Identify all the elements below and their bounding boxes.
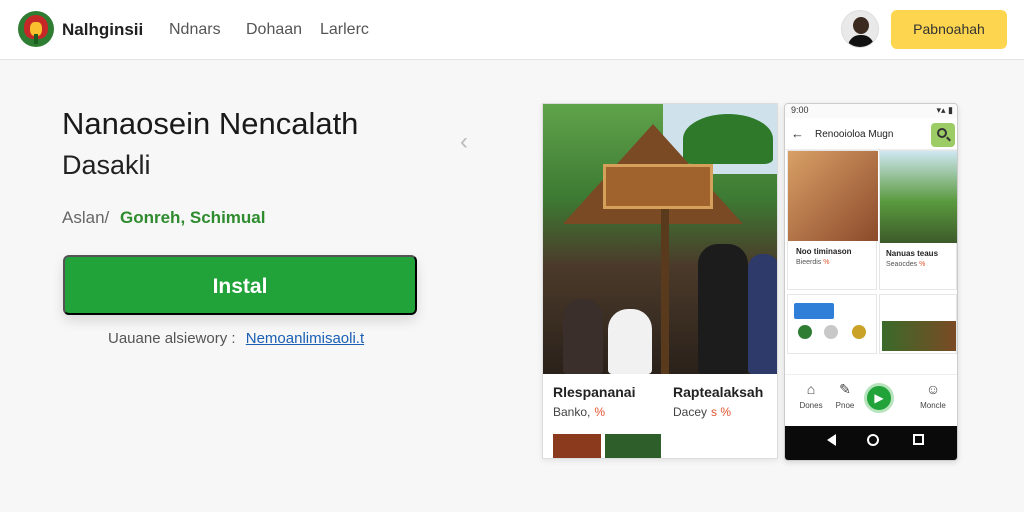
caption-a-sub-text: Banko, — [553, 405, 591, 419]
phone-status-bar: 9:00 ▾▴ ▮ — [785, 104, 957, 118]
page-subtitle: Dasakli — [62, 150, 151, 180]
caption-b-highlight: s % — [711, 405, 732, 419]
photo-pole — [661, 209, 669, 374]
rating-label: Aslan — [62, 208, 105, 227]
thumbnail[interactable] — [553, 434, 601, 458]
app-name[interactable]: Nalhginsii — [62, 20, 143, 40]
caption-b-sub: Dacey s % — [673, 405, 731, 419]
compass-icon: ✎ — [839, 381, 851, 397]
tile-title: Noo timinason — [796, 247, 852, 256]
play-icon[interactable]: ▶ — [864, 383, 894, 413]
photo-person — [563, 299, 603, 374]
nav-link-1[interactable]: Ndnars — [169, 21, 221, 39]
village-image — [880, 151, 957, 243]
tab-profile[interactable]: ☺ Moncle — [913, 381, 953, 410]
install-button[interactable]: Instal — [63, 255, 417, 315]
compat-row: Uauane alsiewory : Nemoanlimisaoli.t — [108, 330, 364, 347]
photo-person — [608, 309, 652, 374]
profile-icon: ☺ — [925, 381, 941, 397]
status-icons: ▾▴ ▮ — [936, 105, 954, 115]
crest-stem-shape — [34, 34, 38, 44]
tile-sub-text: Seaocdes — [886, 261, 918, 268]
search-handle-shape — [946, 136, 951, 142]
home-circle-icon[interactable] — [867, 434, 879, 446]
avatar-body-shape — [848, 35, 874, 47]
thumbnail[interactable] — [605, 434, 661, 458]
tile-title: Nanuas teaus — [886, 249, 939, 258]
back-triangle-icon[interactable] — [827, 434, 836, 446]
recent-apps-icon[interactable] — [913, 434, 924, 445]
phone-tile[interactable]: Noo timinason Bieerdis % — [787, 150, 878, 290]
status-time: 9:00 — [791, 105, 809, 115]
top-bar: Nalhginsii Ndnars Dohaan Larlerc Pabnoah… — [0, 0, 1024, 60]
user-avatar[interactable] — [841, 10, 879, 48]
caption-a-highlight: % — [594, 405, 606, 419]
chevron-left-icon[interactable]: ‹ — [460, 128, 468, 156]
phone-header: ← Renooioloa Mugn — [785, 120, 957, 150]
caption-b-sub-text: Dacey — [673, 405, 708, 419]
tab-label: Moncle — [920, 401, 946, 410]
food-image — [788, 151, 878, 241]
tab-label: Pnoe — [835, 401, 855, 410]
nav-link-3[interactable]: Larlerc — [320, 21, 369, 39]
tile-sub: Seaocdes % — [886, 261, 925, 268]
festival-photo — [543, 104, 777, 374]
caption-b-title: Raptealaksah — [673, 384, 764, 400]
rating-row: Aslan/ Gonreh, Schimual — [62, 208, 265, 228]
phone-screenshot[interactable]: 9:00 ▾▴ ▮ ← Renooioloa Mugn Noo timinaso… — [784, 103, 958, 461]
blue-action-button[interactable] — [794, 303, 834, 319]
screenshot-card-1[interactable]: Rlespananai Banko,% Raptealaksah Dacey s … — [542, 103, 778, 459]
caption-a-title: Rlespananai — [553, 384, 636, 400]
phone-tile[interactable] — [787, 294, 877, 354]
avatar-head-shape — [853, 17, 869, 34]
mini-icon[interactable] — [824, 325, 838, 339]
photo-signboard — [603, 164, 713, 209]
page-title: Nanaosein Nencalath — [62, 106, 359, 141]
nav-link-2[interactable]: Dohaan — [246, 21, 302, 39]
caption-a-sub: Banko,% — [553, 405, 605, 419]
phone-tile[interactable] — [879, 294, 957, 354]
mini-icon-row — [794, 325, 874, 345]
photo-person — [748, 254, 777, 374]
mini-icon[interactable] — [852, 325, 866, 339]
mini-icon[interactable] — [798, 325, 812, 339]
phone-tab-bar: ⌂ Dones ✎ Pnoe ▶ ☺ Moncle — [785, 374, 957, 426]
photo-person — [698, 244, 748, 374]
header-cta-button[interactable]: Pabnoahah — [891, 10, 1007, 49]
tile-sub-text: Bieerdis — [796, 259, 822, 266]
compat-label: Uauane alsiewory : — [108, 330, 236, 347]
back-arrow-icon[interactable]: ← — [791, 126, 804, 141]
tile-highlight: % — [919, 261, 926, 268]
app-logo-icon[interactable] — [18, 11, 54, 47]
search-icon[interactable] — [931, 123, 955, 147]
rating-separator: / — [104, 208, 110, 227]
tile-sub: Bieerdis % — [796, 259, 829, 266]
tab-explore[interactable]: ✎ Pnoe — [825, 381, 865, 410]
compat-link[interactable]: Nemoanlimisaoli.t — [246, 330, 364, 347]
android-nav-bar — [785, 426, 957, 460]
tile-image — [882, 321, 956, 351]
phone-tile[interactable]: Nanuas teaus Seaocdes % — [879, 150, 957, 290]
rating-value[interactable]: Gonreh, Schimual — [120, 208, 265, 227]
phone-title: Renooioloa Mugn — [815, 129, 894, 140]
tab-label: Dones — [799, 401, 823, 410]
tile-highlight: % — [823, 259, 830, 266]
